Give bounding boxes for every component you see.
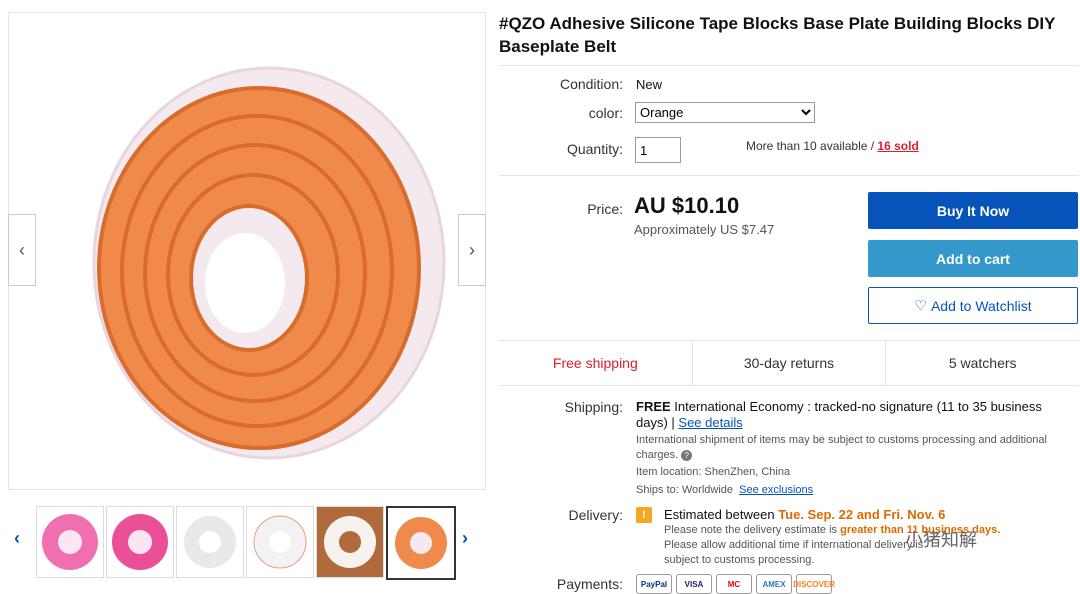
- sold-link[interactable]: 16 sold: [877, 139, 918, 153]
- shipping-free: FREE: [636, 399, 671, 414]
- location-label: Item location:: [636, 466, 702, 478]
- returns-badge: 30-day returns: [693, 341, 887, 385]
- paypal-icon: PayPal: [636, 574, 672, 594]
- watchers-badge: 5 watchers: [948, 355, 1017, 371]
- visa-icon: VISA: [676, 574, 712, 594]
- shipping-method: FREE International Economy : tracked-no …: [636, 399, 1061, 431]
- color-select[interactable]: Orange: [635, 102, 815, 123]
- delivery-note: Please note the delivery estimate is gre…: [664, 523, 1064, 538]
- delivery-dates: Tue. Sep. 22 and Fri. Nov. 6: [778, 507, 946, 522]
- see-details-link[interactable]: See details: [678, 415, 742, 430]
- buy-it-now-button[interactable]: Buy It Now: [868, 192, 1078, 229]
- quantity-input[interactable]: [635, 137, 681, 163]
- thumbnail-1[interactable]: [36, 506, 104, 578]
- thumbnail-5[interactable]: [316, 506, 384, 578]
- main-image-panel: ‹ ›: [8, 12, 486, 490]
- delivery-prefix: Estimated between: [664, 507, 779, 522]
- customs-note: International shipment of items may be s…: [636, 433, 1056, 463]
- price-approx: Approximately US $7.47: [634, 222, 775, 237]
- thumbnail-strip: ‹ ›: [14, 506, 478, 582]
- watchlist-label: Add to Watchlist: [930, 297, 1032, 314]
- help-icon[interactable]: ?: [681, 450, 693, 461]
- prev-image-button[interactable]: ‹: [8, 214, 36, 286]
- add-to-watchlist-button[interactable]: ♡ Add to Watchlist: [868, 287, 1078, 324]
- payment-cards: PayPal VISA MC AMEX DISCOVER: [636, 574, 835, 594]
- payments-label: Payments:: [556, 576, 623, 592]
- amex-icon: AMEX: [756, 574, 792, 594]
- thumbnail-4[interactable]: [246, 506, 314, 578]
- next-image-button[interactable]: ›: [458, 214, 486, 286]
- delivery-note-2: Please allow additional time if internat…: [664, 539, 924, 566]
- ships-to-label: Ships to:: [636, 484, 679, 496]
- free-shipping-badge: Free shipping: [499, 341, 693, 385]
- availability-text: More than 10 available / 16 sold: [746, 139, 919, 153]
- divider: [499, 65, 1079, 66]
- delivery-note-prefix: Please note the delivery estimate is: [664, 524, 841, 536]
- product-image: [92, 66, 446, 460]
- add-to-cart-button[interactable]: Add to cart: [868, 240, 1078, 277]
- delivery-estimate: Estimated between Tue. Sep. 22 and Fri. …: [664, 507, 945, 522]
- alert-flag-icon: !: [636, 507, 652, 523]
- thumbs-prev-icon[interactable]: ‹: [14, 528, 20, 549]
- thumbnail-2[interactable]: [106, 506, 174, 578]
- condition-label: Condition:: [559, 76, 623, 92]
- discover-icon: DISCOVER: [793, 574, 835, 594]
- mastercard-icon: MC: [716, 574, 752, 594]
- divider: [499, 175, 1079, 176]
- location-value: ShenZhen, China: [704, 466, 791, 478]
- quantity-label: Quantity:: [566, 141, 623, 157]
- ships-to: Ships to: Worldwide See exclusions: [636, 483, 813, 498]
- chevron-left-icon: ‹: [19, 239, 25, 260]
- see-exclusions-link[interactable]: See exclusions: [739, 484, 813, 496]
- chevron-right-icon: ›: [469, 239, 475, 260]
- item-location: Item location: ShenZhen, China: [636, 465, 790, 480]
- highlights-strip: Free shipping 30-day returns 5 watchers: [499, 340, 1079, 386]
- price-label: Price:: [587, 201, 623, 217]
- thumbnail-6-selected[interactable]: [386, 506, 456, 580]
- watermark: 小猪知解: [905, 530, 977, 550]
- thumbnail-3[interactable]: [176, 506, 244, 578]
- delivery-label: Delivery:: [568, 507, 623, 523]
- customs-note-text: International shipment of items may be s…: [636, 434, 1047, 461]
- availability-label: More than 10 available /: [746, 139, 878, 153]
- thumbs-next-icon[interactable]: ›: [462, 528, 468, 549]
- heart-icon: ♡: [914, 297, 927, 313]
- ships-to-value: Worldwide: [681, 484, 734, 496]
- price-value: AU $10.10: [634, 193, 740, 218]
- color-label: color:: [588, 105, 623, 121]
- listing-title: #QZO Adhesive Silicone Tape Blocks Base …: [499, 14, 1056, 56]
- shipping-label: Shipping:: [564, 399, 623, 415]
- condition-value: New: [636, 77, 663, 92]
